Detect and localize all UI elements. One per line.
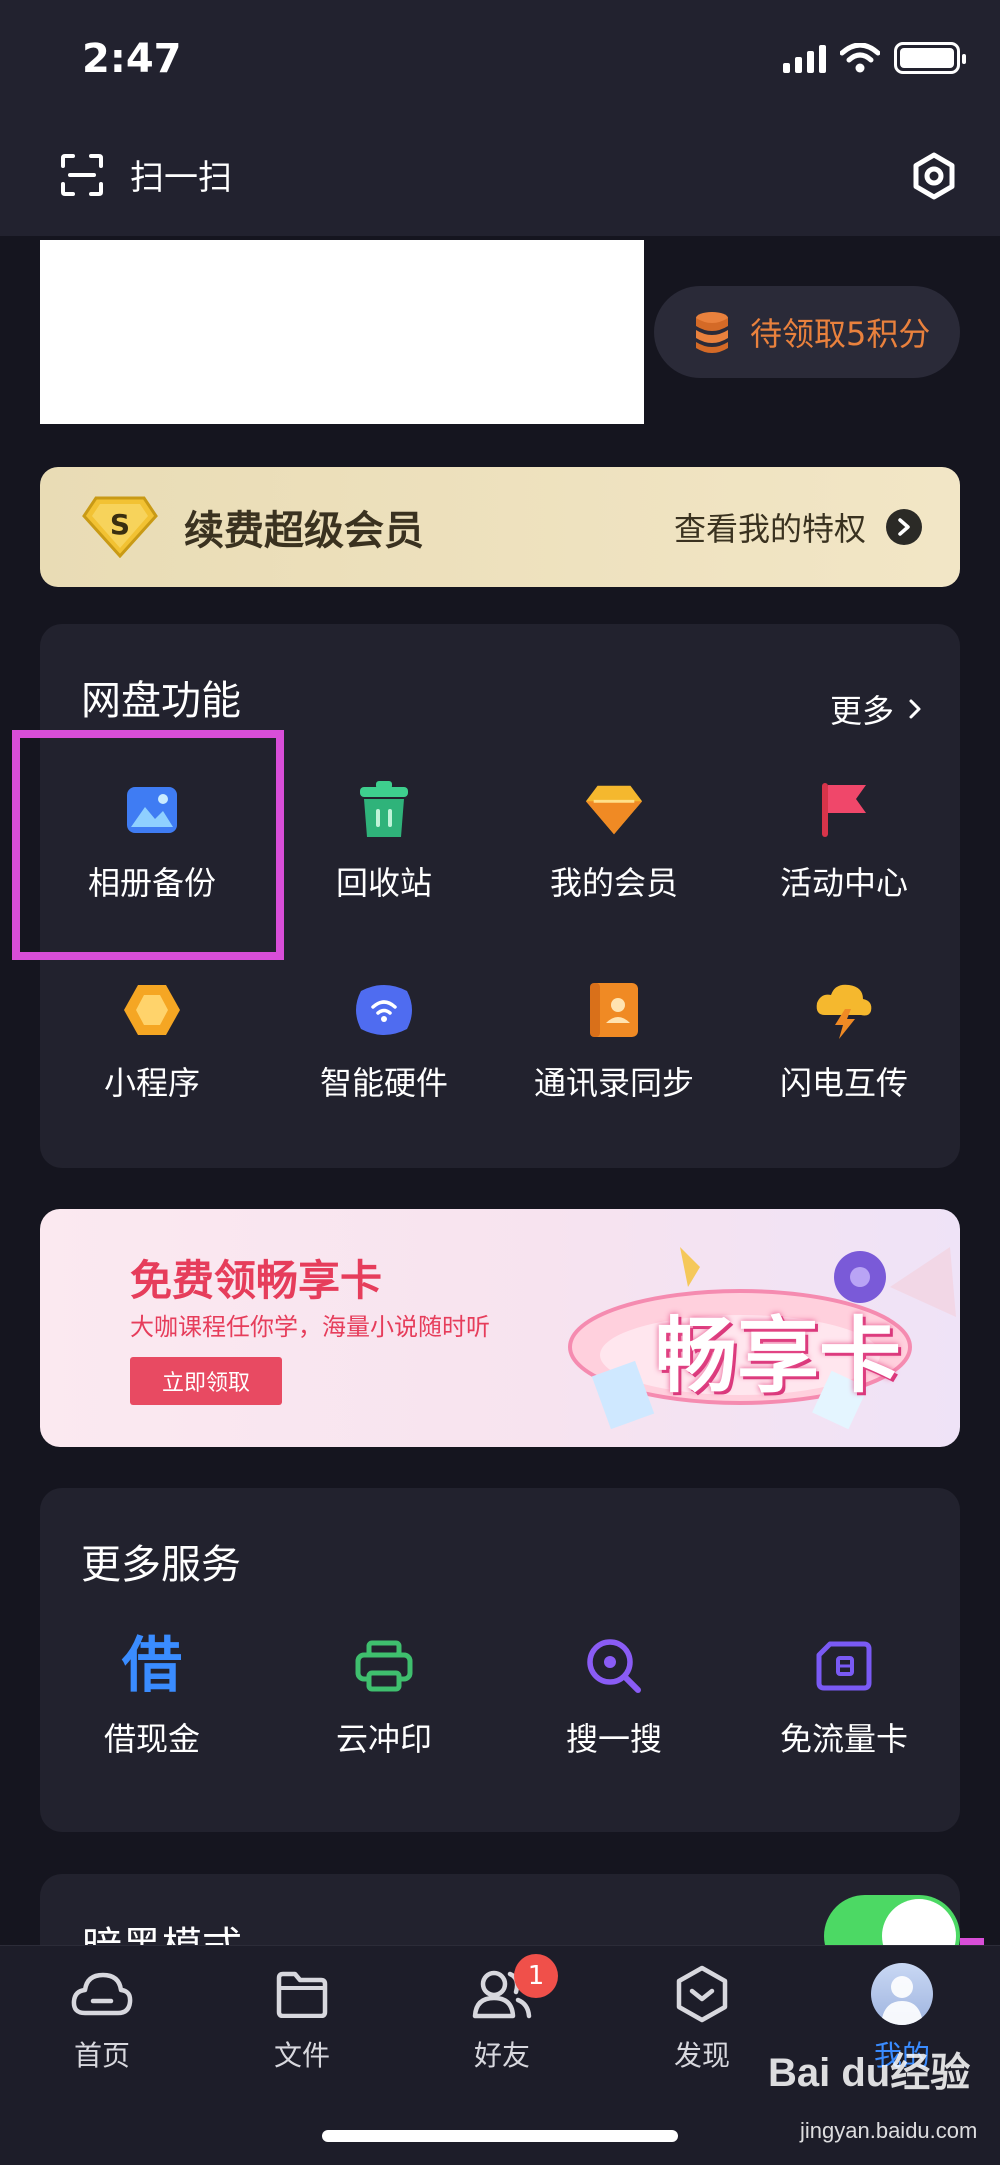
smart-device-icon: [354, 980, 414, 1040]
tab-label: 发现: [673, 2039, 730, 2072]
grid-item-label: 小程序: [103, 1064, 200, 1102]
more-label: 更多: [829, 692, 894, 730]
trash-icon: [354, 780, 414, 840]
grid-item-contacts-sync[interactable]: 通讯录同步: [504, 980, 724, 1104]
tab-friends[interactable]: 1 好友: [432, 1954, 572, 2074]
tab-home[interactable]: 首页: [32, 1962, 172, 2074]
scan-label: 扫一扫: [130, 158, 232, 198]
scan-icon: [61, 153, 103, 196]
tab-label: 文件: [273, 2039, 330, 2072]
grid-item-mini-program[interactable]: 小程序: [42, 980, 262, 1104]
highlight-box-album-backup: [12, 730, 284, 960]
profile-avatar: [870, 1962, 934, 2026]
service-item-cloud-print[interactable]: 云冲印: [274, 1636, 494, 1760]
service-item-data-card[interactable]: 免流量卡: [734, 1636, 954, 1760]
grid-item-label: 活动中心: [779, 864, 908, 902]
service-label: 免流量卡: [779, 1720, 908, 1758]
grid-item-flash-transfer[interactable]: 闪电互传: [734, 980, 954, 1104]
mini-program-icon: [122, 980, 182, 1040]
status-time: 2:47: [82, 36, 182, 82]
tab-files[interactable]: 文件: [232, 1962, 372, 2074]
grid-item-label: 通讯录同步: [533, 1064, 694, 1102]
folder-icon: [270, 1962, 334, 2026]
friends-badge: 1: [514, 1954, 558, 1998]
points-pill[interactable]: 待领取5积分: [654, 286, 960, 378]
super-vip-badge-icon: S: [82, 496, 158, 558]
netdisk-more-link[interactable]: 更多: [830, 686, 922, 732]
service-label: 借现金: [103, 1720, 200, 1758]
gem-icon: [584, 780, 644, 840]
signal-icon: [783, 43, 826, 73]
claim-now-button[interactable]: 立即领取: [130, 1357, 282, 1405]
service-item-search[interactable]: 搜一搜: [504, 1636, 724, 1760]
grid-item-label: 回收站: [335, 864, 432, 902]
borrow-glyph-icon: 借: [122, 1631, 182, 1701]
grid-item-label: 我的会员: [549, 864, 678, 902]
watermark-url: jingyan.baidu.com: [800, 2118, 978, 2143]
tab-discover[interactable]: 发现: [632, 1962, 772, 2074]
vip-title: 续费超级会员: [184, 508, 424, 554]
service-item-cash-loan[interactable]: 借 借现金: [42, 1636, 262, 1760]
contacts-icon: [584, 980, 644, 1040]
discover-icon: [670, 1962, 734, 2026]
home-indicator: [322, 2130, 678, 2142]
scan-button[interactable]: 扫一扫: [60, 150, 232, 199]
flag-icon: [814, 780, 874, 840]
grid-item-label: 闪电互传: [779, 1064, 908, 1102]
promo-title: 免费领畅享卡: [130, 1256, 383, 1305]
promo-art-label: 畅享卡: [655, 1309, 902, 1404]
watermark-brand: Bai du经验: [768, 2051, 971, 2095]
vip-renew-banner[interactable]: S 续费超级会员 查看我的特权: [40, 467, 960, 587]
view-privileges-link[interactable]: 查看我的特权: [674, 504, 922, 550]
tab-label: 首页: [73, 2039, 130, 2072]
netdisk-panel-title: 网盘功能: [81, 678, 241, 724]
service-label: 搜一搜: [565, 1720, 662, 1758]
coins-icon: [696, 312, 728, 353]
settings-icon[interactable]: [910, 152, 958, 200]
top-header: 2:47 扫一扫: [0, 0, 1000, 236]
chevron-right-icon: [886, 509, 922, 545]
vip-badge-letter: S: [110, 508, 130, 541]
cloud-icon: [70, 1962, 134, 2026]
view-privileges-label: 查看我的特权: [673, 510, 866, 548]
more-services-panel: 更多服务 借 借现金 云冲印 搜一搜 免流量卡: [40, 1488, 960, 1832]
points-label: 待领取5积分: [750, 315, 931, 353]
promo-banner[interactable]: 免费领畅享卡 大咖课程任你学，海量小说随时听 立即领取 畅享卡: [40, 1209, 960, 1447]
status-icons: [783, 42, 966, 74]
grid-item-label: 智能硬件: [319, 1064, 448, 1102]
grid-item-recycle-bin[interactable]: 回收站: [274, 780, 494, 904]
battery-icon: [894, 42, 966, 74]
service-label: 云冲印: [335, 1720, 432, 1758]
chevron-right-icon: [909, 699, 921, 719]
sim-card-icon: [814, 1636, 874, 1696]
profile-card-redacted: [40, 240, 644, 424]
more-services-title: 更多服务: [81, 1542, 241, 1588]
search-icon: [584, 1636, 644, 1696]
wifi-icon: [840, 43, 880, 73]
lightning-icon: [814, 980, 874, 1040]
grid-item-activity-center[interactable]: 活动中心: [734, 780, 954, 904]
grid-item-my-membership[interactable]: 我的会员: [504, 780, 724, 904]
promo-subtitle: 大咖课程任你学，海量小说随时听: [130, 1313, 490, 1341]
tab-label: 好友: [473, 2039, 530, 2072]
grid-item-smart-hardware[interactable]: 智能硬件: [274, 980, 494, 1104]
printer-icon: [354, 1636, 414, 1696]
